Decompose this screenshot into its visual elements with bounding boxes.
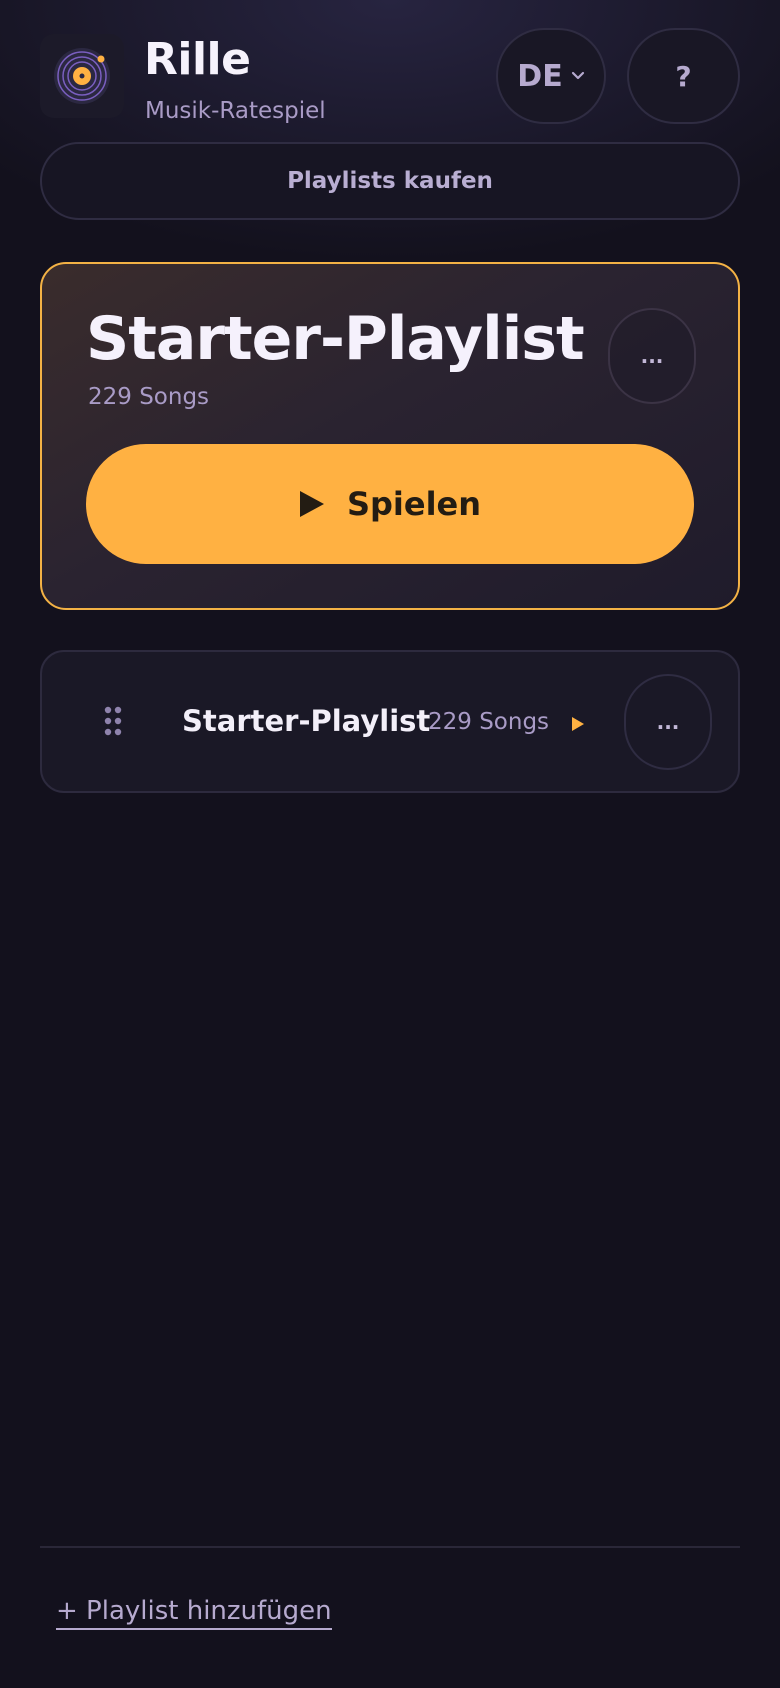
chevron-down-icon: [571, 71, 584, 80]
playlist-row-title: Starter-Playlist: [182, 704, 431, 738]
play-icon[interactable]: [568, 714, 588, 734]
more-label: ...: [656, 710, 680, 734]
help-button[interactable]: ?: [627, 28, 740, 124]
app-title: Rille: [144, 34, 251, 85]
vinyl-record-icon: [54, 48, 110, 104]
buy-playlists-button[interactable]: Playlists kaufen: [40, 142, 740, 220]
app-logo: [40, 34, 124, 118]
help-label: ?: [675, 59, 692, 93]
featured-playlist-title: Starter-Playlist: [86, 304, 585, 374]
language-selector[interactable]: DE: [496, 28, 606, 124]
featured-more-button[interactable]: ...: [608, 308, 696, 404]
playlist-row-count: 229 Songs: [428, 709, 550, 735]
buy-playlists-label: Playlists kaufen: [287, 168, 493, 194]
drag-handle-icon[interactable]: [104, 706, 124, 738]
app-header: Rille Musik-Ratespiel DE ?: [40, 28, 740, 124]
playlist-row-more-button[interactable]: ...: [624, 674, 712, 770]
app-subtitle: Musik-Ratespiel: [145, 98, 326, 124]
play-icon: [299, 491, 324, 517]
add-playlist-link[interactable]: + Playlist hinzufügen: [56, 1596, 332, 1630]
more-label: ...: [640, 344, 664, 368]
featured-playlist-card: Starter-Playlist 229 Songs ... Spielen: [40, 262, 740, 610]
featured-song-count: 229 Songs: [88, 384, 210, 410]
play-button[interactable]: Spielen: [86, 444, 694, 564]
playlist-row[interactable]: Starter-Playlist 229 Songs ...: [40, 650, 740, 793]
footer-divider: [40, 1546, 740, 1548]
language-label: DE: [517, 58, 563, 94]
play-label: Spielen: [346, 485, 482, 523]
